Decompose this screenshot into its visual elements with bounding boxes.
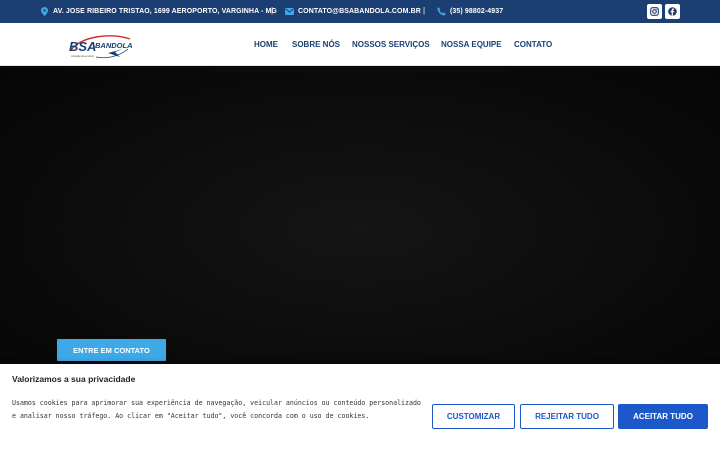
customize-button[interactable]: CUSTOMIZAR	[432, 404, 515, 429]
svg-text:BANDOLA: BANDOLA	[95, 41, 132, 50]
nav-nossa-equipe[interactable]: NOSSA EQUIPE	[441, 23, 502, 66]
phone-info[interactable]: (35) 98802-4937	[437, 0, 503, 23]
address-text: AV. JOSE RIBEIRO TRISTAO, 1699 AEROPORTO…	[53, 8, 277, 15]
cookie-consent-banner: Valorizamos a sua privacidade Usamos coo…	[0, 364, 720, 450]
phone-text[interactable]: (35) 98802-4937	[450, 8, 503, 15]
contact-cta-button[interactable]: ENTRE EM CONTATO	[57, 339, 166, 361]
location-pin-icon	[40, 7, 49, 16]
svg-text:BSA: BSA	[69, 39, 96, 54]
bsa-bandola-logo[interactable]: BSA BANDOLA Aviação Executiva	[68, 31, 133, 61]
envelope-icon	[285, 7, 294, 16]
separator: |	[423, 6, 426, 15]
email-text[interactable]: CONTATO@BSABANDOLA.COM.BR	[298, 8, 421, 15]
facebook-icon[interactable]	[665, 4, 680, 19]
email-info[interactable]: CONTATO@BSABANDOLA.COM.BR	[285, 0, 421, 23]
nav-home[interactable]: HOME	[254, 23, 278, 66]
nav-nossos-servicos[interactable]: NOSSOS SERVIÇOS	[352, 23, 430, 66]
site-header: BSA BANDOLA Aviação Executiva HOME SOBRE…	[0, 23, 720, 66]
nav-contato[interactable]: CONTATO	[514, 23, 552, 66]
hero-banner	[0, 66, 720, 362]
nav-sobre-nos[interactable]: SOBRE NÓS	[292, 23, 340, 66]
cookie-title: Valorizamos a sua privacidade	[12, 374, 136, 384]
instagram-icon[interactable]	[647, 4, 662, 19]
reject-all-button[interactable]: REJEITAR TUDO	[520, 404, 614, 429]
svg-text:Aviação Executiva: Aviação Executiva	[71, 54, 94, 58]
separator: |	[271, 6, 274, 15]
phone-icon	[437, 7, 446, 16]
top-info-bar: AV. JOSE RIBEIRO TRISTAO, 1699 AEROPORTO…	[0, 0, 720, 23]
address-info: AV. JOSE RIBEIRO TRISTAO, 1699 AEROPORTO…	[40, 0, 277, 23]
accept-all-button[interactable]: ACEITAR TUDO	[618, 404, 708, 429]
cookie-description: Usamos cookies para aprimorar sua experi…	[12, 399, 421, 420]
